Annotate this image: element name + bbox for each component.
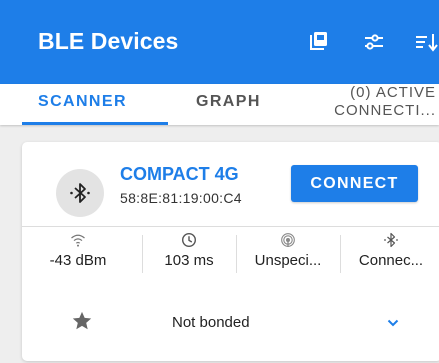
sort-icon[interactable]	[414, 30, 438, 54]
filter-sliders-icon[interactable]	[362, 30, 386, 54]
tab-active-connections[interactable]: (0) ACTIVE CONNECTI...	[328, 84, 436, 125]
tab-scanner[interactable]: SCANNER	[38, 84, 127, 125]
star-icon[interactable]	[71, 310, 93, 332]
stat-interval-value: 103 ms	[164, 252, 214, 269]
wifi-signal-icon	[71, 234, 85, 247]
tab-graph[interactable]: GRAPH	[196, 84, 261, 125]
device-card[interactable]: COMPACT 4G 58:8E:81:19:00:C4 CONNECT -43…	[22, 142, 439, 361]
stat-interval: 103 ms	[143, 227, 235, 281]
bluetooth-icon	[70, 183, 90, 203]
chevron-down-icon[interactable]	[386, 318, 400, 328]
tab-active-connections-line1: (0) ACTIVE	[350, 84, 436, 101]
stat-connectable: Connec...	[341, 227, 439, 281]
bond-status: Not bonded	[172, 314, 250, 331]
tab-active-connections-line2: CONNECTI...	[334, 102, 436, 119]
stat-tx-power-value: Unspeci...	[254, 252, 322, 269]
stat-rssi-value: -43 dBm	[49, 252, 107, 269]
device-stats: -43 dBm 103 ms Unspeci... Connec...	[22, 227, 439, 281]
stat-tx-power: Unspeci...	[237, 227, 339, 281]
bluetooth-icon	[384, 232, 398, 248]
device-name: COMPACT 4G	[120, 164, 239, 184]
stack-icon[interactable]	[305, 30, 329, 54]
device-avatar	[56, 169, 104, 217]
stat-connectable-value: Connec...	[358, 252, 424, 269]
active-tab-indicator	[22, 122, 168, 125]
tab-bar: SCANNER GRAPH (0) ACTIVE CONNECTI...	[0, 84, 439, 125]
app-bar: BLE Devices	[0, 0, 439, 84]
connect-button[interactable]: CONNECT	[291, 165, 418, 202]
app-title: BLE Devices	[38, 28, 179, 54]
device-address: 58:8E:81:19:00:C4	[120, 190, 242, 206]
clock-icon	[181, 232, 197, 248]
stat-rssi: -43 dBm	[22, 227, 134, 281]
broadcast-icon	[281, 233, 295, 247]
